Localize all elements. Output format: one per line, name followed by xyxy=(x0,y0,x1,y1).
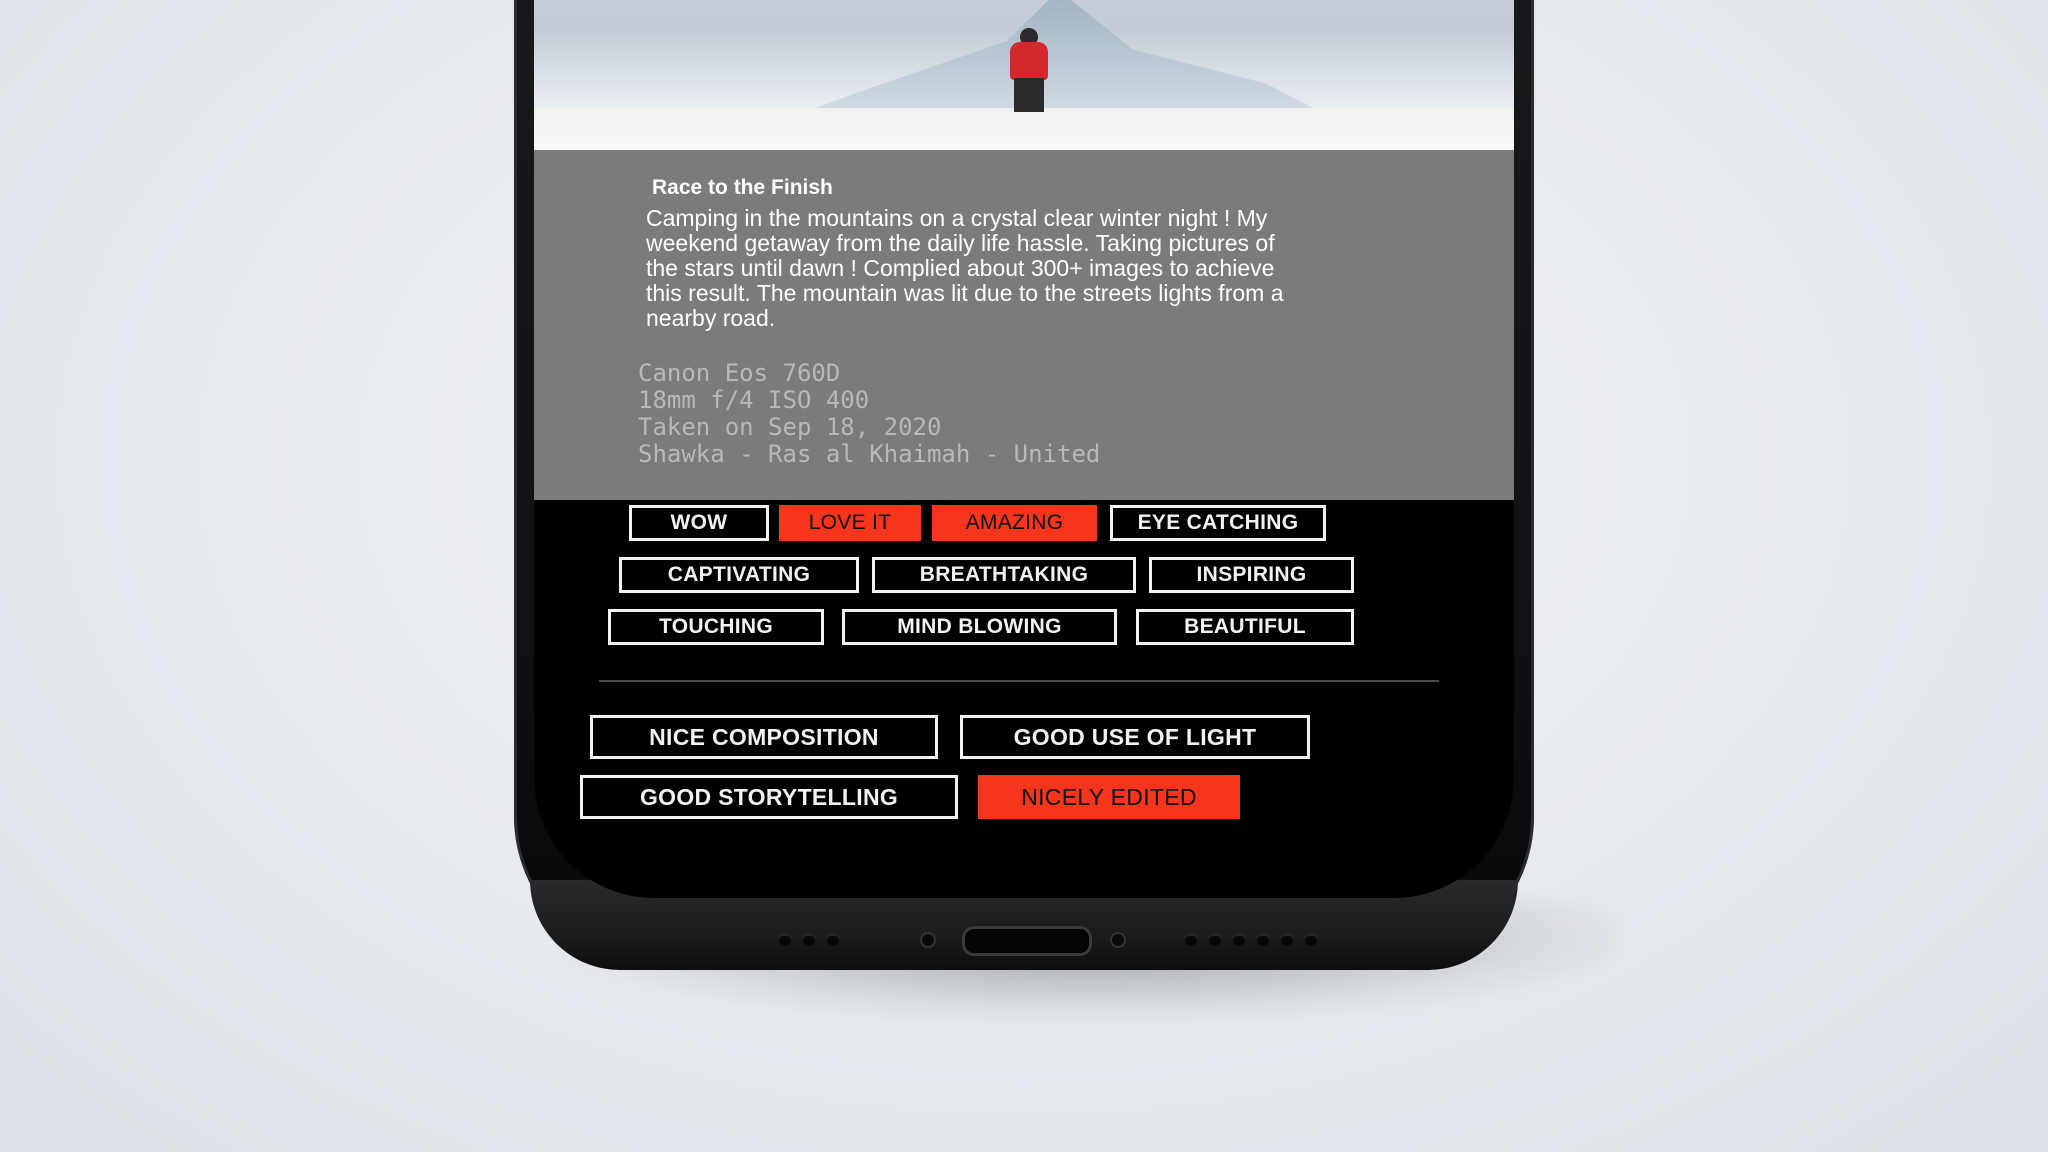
post-info-panel: Race to the Finish Camping in the mounta… xyxy=(534,150,1514,500)
tag-touching[interactable]: TOUCHING xyxy=(608,609,824,645)
tag-inspiring[interactable]: INSPIRING xyxy=(1149,557,1354,593)
speaker-hole xyxy=(826,934,840,946)
microphone-hole xyxy=(920,932,936,948)
photo-metadata: Canon Eos 760D 18mm f/4 ISO 400 Taken on S… xyxy=(638,360,1100,468)
post-title: Race to the Finish xyxy=(652,176,833,199)
tag-breathtaking[interactable]: BREATHTAKING xyxy=(872,557,1136,593)
speaker-hole xyxy=(1232,934,1246,946)
charging-port xyxy=(962,926,1092,956)
speaker-hole xyxy=(1304,934,1318,946)
tag-nicely-edited[interactable]: NICELY EDITED xyxy=(978,775,1240,819)
tag-love-it[interactable]: LOVE IT xyxy=(779,505,921,541)
tag-good-use-of-light[interactable]: GOOD USE OF LIGHT xyxy=(960,715,1310,759)
tag-mind-blowing[interactable]: MIND BLOWING xyxy=(842,609,1117,645)
speaker-hole xyxy=(1184,934,1198,946)
tag-good-storytelling[interactable]: GOOD STORYTELLING xyxy=(580,775,958,819)
speaker-hole xyxy=(778,934,792,946)
tag-divider xyxy=(599,680,1439,682)
tag-wow[interactable]: WOW xyxy=(629,505,769,541)
post-description: Camping in the mountains on a crystal cl… xyxy=(646,205,1284,331)
speaker-hole xyxy=(1256,934,1270,946)
microphone-hole xyxy=(1110,932,1126,948)
tag-nice-composition[interactable]: NICE COMPOSITION xyxy=(590,715,938,759)
speaker-hole xyxy=(1280,934,1294,946)
speaker-hole xyxy=(802,934,816,946)
camera-model: Canon Eos 760D xyxy=(638,359,841,387)
tag-captivating[interactable]: CAPTIVATING xyxy=(619,557,859,593)
camera-settings: 18mm f/4 ISO 400 xyxy=(638,386,870,414)
tag-beautiful[interactable]: BEAUTIFUL xyxy=(1136,609,1354,645)
taken-date: Taken on Sep 18, 2020 xyxy=(638,413,942,441)
snow-ground xyxy=(534,108,1514,150)
phone-screen: Race to the Finish Camping in the mounta… xyxy=(534,0,1514,898)
speaker-hole xyxy=(1208,934,1222,946)
hiker-figure xyxy=(1004,28,1054,112)
post-photo[interactable] xyxy=(534,0,1514,150)
photo-location: Shawka - Ras al Khaimah - United xyxy=(638,440,1101,468)
tag-eye-catching[interactable]: EYE CATCHING xyxy=(1110,505,1326,541)
tag-amazing[interactable]: AMAZING xyxy=(932,505,1097,541)
